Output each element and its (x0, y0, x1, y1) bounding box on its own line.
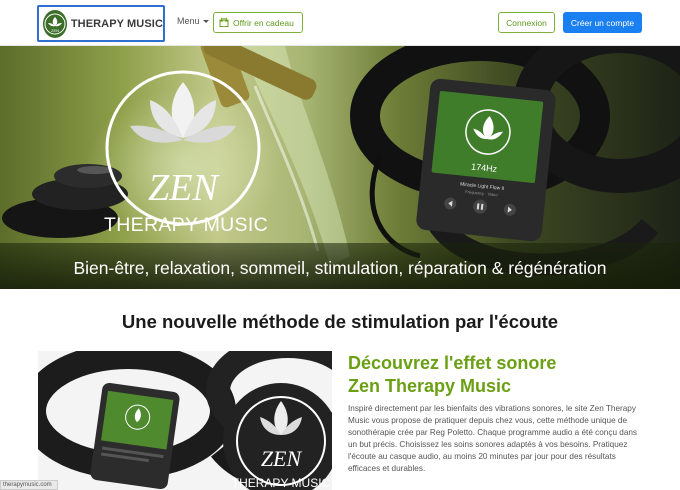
brand-logo-link[interactable]: ZEN THERAPY MUSIC (37, 5, 165, 42)
gift-icon (219, 17, 229, 29)
feature-image: ZEN THERAPY MUSIC (38, 351, 332, 490)
feature-heading-line2: Zen Therapy Music (348, 376, 512, 396)
signup-button[interactable]: Créer un compte (563, 12, 642, 33)
feature-heading-line1: Découvrez l'effet sonore (348, 353, 557, 373)
hero-slogan: Bien-être, relaxation, sommeil, stimulat… (73, 258, 607, 278)
hero-banner: 174Hz Miracle Light Flow II Frequency · … (0, 46, 680, 289)
svg-text:THERAPY MUSIC: THERAPY MUSIC (232, 476, 331, 490)
gift-button[interactable]: Offrir en cadeau (213, 12, 303, 33)
feature-illustration: ZEN THERAPY MUSIC (38, 351, 332, 490)
login-button[interactable]: Connexion (498, 12, 555, 33)
feature-heading: Découvrez l'effet sonore Zen Therapy Mus… (348, 352, 648, 398)
menu-label: Menu (177, 16, 200, 26)
brand-name: THERAPY MUSIC (70, 17, 163, 30)
svg-text:ZEN: ZEN (51, 28, 59, 33)
svg-text:ZEN: ZEN (261, 446, 303, 471)
top-navbar: ZEN THERAPY MUSIC Menu Offrir en cadeau … (0, 0, 680, 46)
feature-description: Inspiré directement par les bienfaits de… (348, 404, 638, 474)
status-url: therapymusic.com (0, 480, 58, 490)
caret-down-icon (202, 20, 209, 23)
menu-dropdown[interactable]: Menu (177, 16, 209, 26)
svg-text:ZEN: ZEN (148, 167, 220, 209)
hero-logo-subtitle: THERAPY MUSIC (104, 214, 268, 236)
section-title: Une nouvelle méthode de stimulation par … (121, 311, 559, 332)
lotus-logo-icon: ZEN (43, 9, 67, 38)
gift-label: Offrir en cadeau (233, 17, 294, 28)
